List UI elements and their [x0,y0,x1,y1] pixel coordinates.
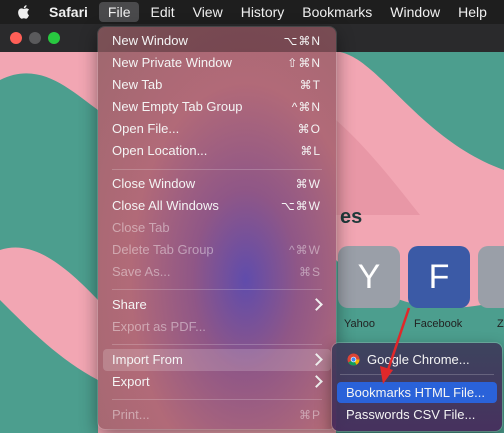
apple-menu[interactable] [0,0,40,24]
submenu-item-bookmarks-html-file[interactable]: Bookmarks HTML File... [337,382,497,403]
menu-item-shortcut: ⌘O [297,122,321,136]
submenu-item-label: Bookmarks HTML File... [346,385,485,400]
menubar-view[interactable]: View [184,0,232,24]
zoom-window-button[interactable] [48,32,60,44]
menubar-edit[interactable]: Edit [141,0,183,24]
file-menu: New Window ⌥⌘N New Private Window ⇧⌘N Ne… [98,27,336,429]
menu-item-label: Import From [112,352,183,367]
menu-bar: Safari File Edit View History Bookmarks … [0,0,504,24]
menu-item-label: New Tab [112,77,163,92]
favorite-label-facebook: Facebook [414,318,463,330]
favorite-tile-partial[interactable] [478,246,504,308]
menu-item-close-all-windows[interactable]: Close All Windows ⌥⌘W [103,195,331,217]
menu-item-new-empty-tab-group[interactable]: New Empty Tab Group ^⌘N [103,96,331,118]
menu-item-label: Open Location... [112,143,208,158]
submenu-item-google-chrome[interactable]: Google Chrome... [337,349,497,370]
menu-item-new-tab[interactable]: New Tab ⌘T [103,74,331,96]
chevron-right-icon [310,298,323,311]
menubar-window[interactable]: Window [381,0,449,24]
favorite-tile-yahoo[interactable]: Y [338,246,400,308]
submenu-item-label: Google Chrome... [367,352,470,367]
favorite-tile-letter: F [428,257,450,296]
menu-item-shortcut: ⌘L [300,144,321,158]
chevron-right-icon [310,353,323,366]
menu-item-shortcut: ⌘T [299,78,321,92]
menubar-bookmarks[interactable]: Bookmarks [293,0,381,24]
menu-item-export[interactable]: Export [103,371,331,393]
menu-item-label: Open File... [112,121,180,136]
menu-separator [112,344,322,345]
menu-item-close-tab: Close Tab [103,217,331,239]
menu-item-label: Share [112,297,147,312]
close-window-button[interactable] [10,32,22,44]
apple-logo-icon [18,5,29,19]
menu-item-open-location[interactable]: Open Location... ⌘L [103,140,331,162]
menubar-app-name[interactable]: Safari [40,0,97,24]
favorite-label-partial: Z [497,318,504,330]
menu-item-new-private-window[interactable]: New Private Window ⇧⌘N [103,52,331,74]
menu-item-shortcut: ⌥⌘W [280,199,321,213]
menu-item-shortcut: ⌥⌘N [283,34,321,48]
menu-item-label: Export as PDF... [112,319,206,334]
menu-item-shortcut: ⌘W [295,177,321,191]
menu-item-shortcut: ^⌘N [291,100,321,114]
menu-item-label: Close All Windows [112,198,219,213]
minimize-window-button[interactable] [29,32,41,44]
menu-item-label: New Window [112,33,188,48]
menu-item-shortcut: ⌘S [298,265,321,279]
menu-separator [112,169,322,170]
menu-item-new-window[interactable]: New Window ⌥⌘N [103,30,331,52]
menu-item-label: Close Window [112,176,196,191]
menu-separator [112,289,322,290]
import-from-submenu: Google Chrome... Bookmarks HTML File... … [332,343,502,431]
favorite-tile-letter: Y [357,257,381,296]
menu-item-label: New Empty Tab Group [112,99,243,114]
menubar-help[interactable]: Help [449,0,496,24]
menu-item-shortcut: ⇧⌘N [287,56,321,70]
menu-item-close-window[interactable]: Close Window ⌘W [103,173,331,195]
menu-item-print: Print... ⌘P [103,404,331,426]
menu-item-shortcut: ^⌘W [289,243,321,257]
menu-item-share[interactable]: Share [103,294,331,316]
menu-separator [340,374,494,375]
menubar-history[interactable]: History [232,0,294,24]
chevron-right-icon [310,375,323,388]
menu-item-label: New Private Window [112,55,232,70]
google-chrome-icon [347,353,360,366]
menubar-file[interactable]: File [98,2,140,22]
menu-item-label: Print... [112,407,150,422]
menu-item-delete-tab-group: Delete Tab Group ^⌘W [103,239,331,261]
menu-item-save-as: Save As... ⌘S [103,261,331,283]
menu-item-open-file[interactable]: Open File... ⌘O [103,118,331,140]
favorite-tile-facebook[interactable]: F [408,246,470,308]
menu-item-import-from[interactable]: Import From [103,349,331,371]
menu-item-label: Close Tab [112,220,170,235]
menu-item-label: Export [112,374,150,389]
menu-item-label: Save As... [112,264,171,279]
menu-item-export-as-pdf: Export as PDF... [103,316,331,338]
favorite-label-yahoo: Yahoo [344,318,375,330]
submenu-item-passwords-csv-file[interactable]: Passwords CSV File... [337,404,497,425]
menu-separator [112,399,322,400]
submenu-item-label: Passwords CSV File... [346,407,476,422]
menu-item-shortcut: ⌘P [298,408,321,422]
menu-item-label: Delete Tab Group [112,242,214,257]
favorites-heading: es [340,206,363,228]
